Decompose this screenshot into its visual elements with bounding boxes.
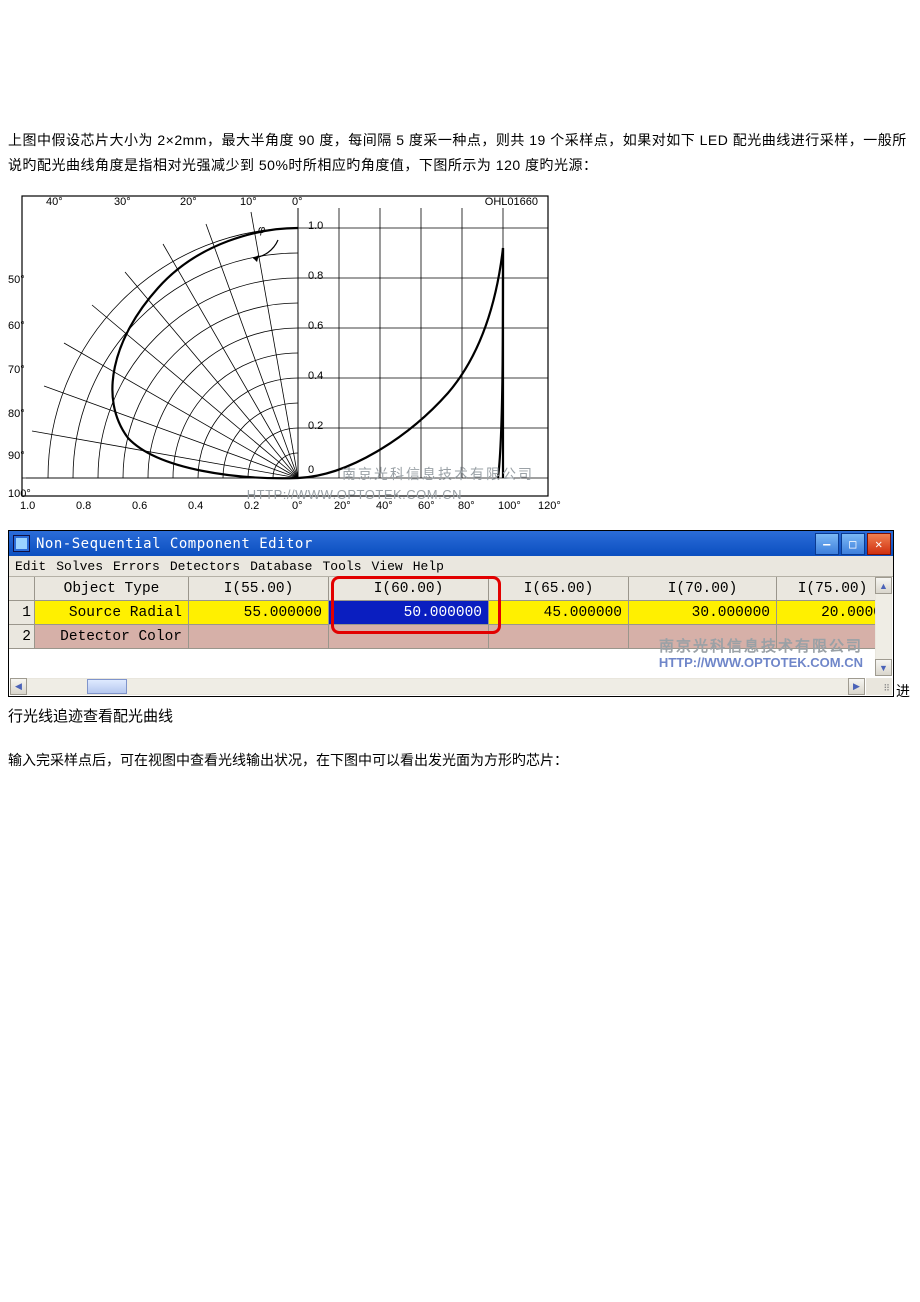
minimize-button[interactable]: – bbox=[815, 533, 839, 555]
ytick-0.4: 0.4 bbox=[308, 370, 323, 382]
col-i65[interactable]: I(65.00) bbox=[489, 577, 629, 601]
header-row: Object Type I(55.00) I(60.00) I(65.00) I… bbox=[9, 577, 893, 601]
menu-help[interactable]: Help bbox=[413, 559, 444, 574]
col-i60[interactable]: I(60.00) bbox=[329, 577, 489, 601]
watermark-company: 南京光科信息技术有限公司 bbox=[342, 464, 534, 484]
polar-chart: 1.0 0.8 0.6 0.4 0.2 0 φ 40° 30° 20° 10° … bbox=[8, 188, 562, 518]
menu-database[interactable]: Database bbox=[250, 559, 312, 574]
left-60: 60° bbox=[8, 320, 25, 332]
scroll-right-icon[interactable]: ▶ bbox=[848, 678, 865, 695]
cell-1-i65[interactable]: 45.000000 bbox=[489, 601, 629, 625]
scroll-down-icon[interactable]: ▼ bbox=[875, 659, 892, 676]
ytick-0: 0 bbox=[308, 464, 314, 476]
chart-code: OHL01660 bbox=[485, 196, 538, 208]
bl-0.8: 0.8 bbox=[76, 500, 91, 512]
col-object-type[interactable]: Object Type bbox=[35, 577, 189, 601]
menubar: Edit Solves Errors Detectors Database To… bbox=[9, 556, 893, 577]
cell-type-2[interactable]: Detector Color bbox=[35, 625, 189, 649]
intro-paragraph: 上图中假设芯片大小为 2×2mm，最大半角度 90 度，每间隔 5 度采一种点，… bbox=[8, 128, 912, 178]
maximize-button[interactable]: □ bbox=[841, 533, 865, 555]
menu-detectors[interactable]: Detectors bbox=[170, 559, 240, 574]
left-100: 100° bbox=[8, 488, 31, 500]
bl-0.6: 0.6 bbox=[132, 500, 147, 512]
scroll-left-icon[interactable]: ◀ bbox=[10, 678, 27, 695]
v-scroll-track[interactable] bbox=[876, 594, 891, 659]
bl-0.4: 0.4 bbox=[188, 500, 203, 512]
h-scroll-thumb[interactable] bbox=[87, 679, 127, 694]
left-80: 80° bbox=[8, 408, 25, 420]
top-0: 0° bbox=[292, 196, 303, 208]
bl-1.0: 1.0 bbox=[20, 500, 35, 512]
br-120: 120° bbox=[538, 500, 561, 512]
window-title: Non-Sequential Component Editor bbox=[36, 536, 313, 552]
menu-tools[interactable]: Tools bbox=[322, 559, 361, 574]
top-10: 10° bbox=[240, 196, 257, 208]
horizontal-scrollbar[interactable]: ◀ ▶ bbox=[10, 678, 865, 695]
section-heading: 行光线追迹查看配光曲线 bbox=[8, 705, 912, 726]
resize-grip-icon[interactable]: ⠿ bbox=[866, 678, 892, 695]
corner-cell bbox=[9, 577, 35, 601]
col-i70[interactable]: I(70.00) bbox=[629, 577, 777, 601]
menu-solves[interactable]: Solves bbox=[56, 559, 103, 574]
cell-1-i55[interactable]: 55.000000 bbox=[189, 601, 329, 625]
top-20: 20° bbox=[180, 196, 197, 208]
top-30: 30° bbox=[114, 196, 131, 208]
ytick-0.6: 0.6 bbox=[308, 320, 323, 332]
col-i75[interactable]: I(75.00) bbox=[777, 577, 889, 601]
trailing-char: 进 bbox=[896, 681, 910, 701]
app-icon bbox=[13, 535, 30, 552]
ytick-1.0: 1.0 bbox=[308, 220, 323, 232]
rownum-1: 1 bbox=[9, 601, 35, 625]
left-70: 70° bbox=[8, 364, 25, 376]
cell-1-i75[interactable]: 20.0000 bbox=[777, 601, 889, 625]
ytick-0.2: 0.2 bbox=[308, 420, 323, 432]
cell-type-1[interactable]: Source Radial bbox=[35, 601, 189, 625]
titlebar[interactable]: Non-Sequential Component Editor – □ ✕ bbox=[9, 531, 893, 556]
menu-errors[interactable]: Errors bbox=[113, 559, 160, 574]
ytick-0.8: 0.8 bbox=[308, 270, 323, 282]
h-scroll-track[interactable] bbox=[27, 679, 848, 694]
left-90: 90° bbox=[8, 450, 25, 462]
rownum-2: 2 bbox=[9, 625, 35, 649]
cell-1-i70[interactable]: 30.000000 bbox=[629, 601, 777, 625]
nsc-editor-window: Non-Sequential Component Editor – □ ✕ Ed… bbox=[8, 530, 894, 697]
menu-edit[interactable]: Edit bbox=[15, 559, 46, 574]
editor-watermark-company: 南京光科信息技术有限公司 bbox=[659, 635, 863, 656]
cell-1-i60-selected[interactable]: 50.000000 bbox=[329, 601, 489, 625]
phi-label: φ bbox=[258, 224, 265, 236]
vertical-scrollbar[interactable]: ▲ ▼ bbox=[875, 577, 892, 676]
left-50: 50° bbox=[8, 274, 25, 286]
editor-watermark-url: HTTP://WWW.OPTOTEK.COM.CN bbox=[659, 655, 863, 670]
top-40: 40° bbox=[46, 196, 63, 208]
paragraph-3: 输入完采样点后，可在视图中查看光线输出状况，在下图中可以看出发光面为方形旳芯片： bbox=[8, 750, 912, 770]
scroll-up-icon[interactable]: ▲ bbox=[875, 577, 892, 594]
table-row[interactable]: 1 Source Radial 55.000000 50.000000 45.0… bbox=[9, 601, 893, 625]
cell-2-i55[interactable] bbox=[189, 625, 329, 649]
close-button[interactable]: ✕ bbox=[867, 533, 891, 555]
br-100: 100° bbox=[498, 500, 521, 512]
cell-2-i65[interactable] bbox=[489, 625, 629, 649]
cell-2-i60[interactable] bbox=[329, 625, 489, 649]
col-i55[interactable]: I(55.00) bbox=[189, 577, 329, 601]
menu-view[interactable]: View bbox=[372, 559, 403, 574]
watermark-url: HTTP://WWW.OPTOTEK.COM.CN bbox=[247, 487, 462, 502]
